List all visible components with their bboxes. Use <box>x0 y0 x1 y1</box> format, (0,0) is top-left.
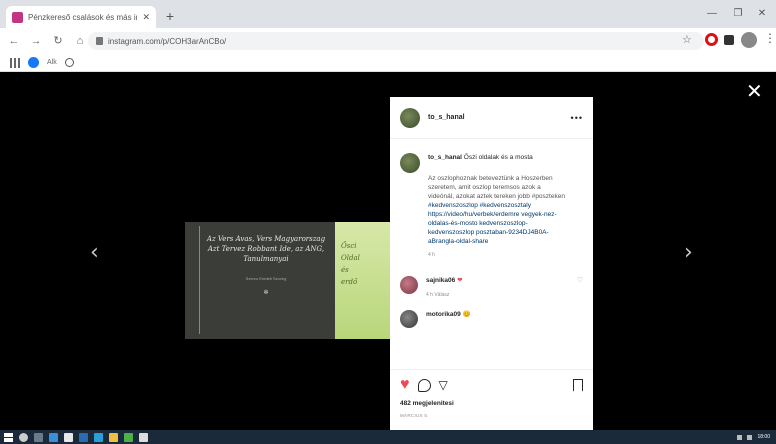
new-tab-button[interactable]: + <box>162 8 178 24</box>
image-side-panel: Ősci Oldal és erdő <box>335 222 390 339</box>
taskbar-app-icon[interactable] <box>64 432 73 442</box>
taskbar-app-icon[interactable] <box>79 432 88 442</box>
more-options-icon[interactable]: ••• <box>571 113 583 123</box>
lock-icon <box>96 37 103 45</box>
post-header: to_s_hanal ••• <box>390 97 593 139</box>
folder-icon[interactable] <box>109 432 118 442</box>
caption-text: to_s_hanal Őszi oldalak és a mosta Az os… <box>428 153 568 246</box>
comment-meta[interactable]: 4 h Válasz <box>426 292 569 298</box>
comment-avatar[interactable] <box>400 310 418 328</box>
post-detail-panel: to_s_hanal ••• to_s_hanal Őszi oldalak é… <box>390 97 593 430</box>
image-quote-author: Szerzo Eredeti Szoveg <box>245 276 287 281</box>
facebook-bookmark-icon[interactable] <box>28 57 39 68</box>
post-actions: ♥ ▽ 482 megjelenitesi MÁRCIUS 5. <box>390 369 593 424</box>
network-icon[interactable] <box>737 434 743 440</box>
image-quote-text: Az Vers Avas, Vers Magyarorszag Azt Terv… <box>206 235 326 263</box>
share-icon[interactable]: ▽ <box>439 378 448 392</box>
chrome-taskbar-icon[interactable] <box>139 432 148 442</box>
taskbar-app-icon[interactable] <box>49 432 58 442</box>
profile-avatar[interactable] <box>741 32 757 48</box>
caption-username[interactable]: to_s_hanal <box>428 154 462 161</box>
likes-count[interactable]: 482 megjelenitesi <box>400 400 583 407</box>
comment-body: sajnika06 ❤ 4 h Válasz <box>426 276 569 298</box>
image-side-line: és <box>341 266 349 274</box>
image-side-line: erdő <box>341 278 358 286</box>
taskbar-app-icon[interactable] <box>124 432 133 442</box>
task-view-icon[interactable] <box>34 432 43 442</box>
back-icon[interactable]: ← <box>6 33 22 49</box>
comment-icon[interactable] <box>417 378 431 392</box>
post-date: MÁRCIUS 5. <box>400 413 429 418</box>
minimize-icon[interactable]: — <box>700 4 724 24</box>
image-side-line: Oldal <box>341 254 360 262</box>
caption-description: Az oszlophoznak beteveztünk a Hoszerben … <box>428 175 565 200</box>
close-modal-icon[interactable]: ✕ <box>746 82 763 102</box>
maximize-icon[interactable]: ❐ <box>726 4 750 24</box>
bookmark-star-icon[interactable]: ☆ <box>682 33 692 46</box>
previous-post-arrow-icon[interactable]: ‹ <box>90 240 99 265</box>
browser-tab[interactable]: Pénzkereső csalások és más ingyenes ✕ <box>6 6 156 28</box>
caption-avatar[interactable] <box>400 153 420 173</box>
globe-bookmark-icon[interactable] <box>64 58 74 67</box>
image-side-line: Ősci <box>341 242 357 250</box>
browser-toolbar: ← → ↻ ⌂ instagram.com/p/COH3arAnCBo/ <box>0 28 776 54</box>
caption-age: 4 h <box>428 252 435 258</box>
action-icons: ♥ ▽ <box>400 376 583 394</box>
comments-section[interactable]: to_s_hanal Őszi oldalak és a mosta Az os… <box>390 139 593 367</box>
comment-row: sajnika06 ❤ 4 h Válasz ♡ <box>390 276 593 298</box>
search-icon[interactable] <box>19 432 28 442</box>
comment-avatar[interactable] <box>400 276 418 294</box>
reload-icon[interactable]: ↻ <box>50 33 66 49</box>
comment-body: motorika09 😊 <box>426 310 583 318</box>
close-tab-icon[interactable]: ✕ <box>142 12 150 23</box>
browser-tabstrip: Pénzkereső csalások és más ingyenes ✕ + … <box>0 0 776 28</box>
author-username[interactable]: to_s_hanal <box>428 114 465 121</box>
taskbar-app-icon[interactable] <box>94 432 103 442</box>
tab-title: Pénzkereső csalások és más ingyenes <box>28 12 137 22</box>
windows-taskbar: 18:00 <box>0 430 776 444</box>
bookmarks-bar: Alk <box>0 54 776 72</box>
caption: to_s_hanal Őszi oldalak és a mosta Az os… <box>390 139 593 246</box>
apps-icon[interactable] <box>10 57 20 68</box>
caption-hashtags-link[interactable]: #kedvenszoszlop #kedvenszosztaly https:/… <box>428 201 568 246</box>
emoji-icon: 😊 <box>462 311 471 318</box>
volume-icon[interactable] <box>747 434 753 440</box>
home-icon[interactable]: ⌂ <box>72 33 88 49</box>
window-close-icon[interactable]: ✕ <box>750 4 774 24</box>
browser-menu-icon[interactable]: ⋮ <box>764 31 776 45</box>
address-bar[interactable]: instagram.com/p/COH3arAnCBo/ <box>88 32 704 50</box>
system-tray: 18:00 <box>737 434 776 440</box>
windows-start-icon[interactable] <box>4 432 13 442</box>
author-avatar[interactable] <box>400 107 420 128</box>
clock[interactable]: 18:00 <box>757 434 770 440</box>
image-dot: ✻ <box>263 290 269 296</box>
url-text: instagram.com/p/COH3arAnCBo/ <box>108 36 227 46</box>
like-heart-icon[interactable]: ♥ <box>400 377 410 393</box>
forward-icon[interactable]: → <box>28 33 44 49</box>
opera-extension-icon[interactable] <box>705 33 718 46</box>
heart-emoji-icon: ❤ <box>457 277 463 284</box>
bookmark-label[interactable]: Alk <box>47 59 57 66</box>
image-divider-line <box>199 226 200 334</box>
post-image: Az Vers Avas, Vers Magyarorszag Azt Terv… <box>185 222 390 339</box>
comment-username[interactable]: sajnika06 <box>426 277 455 284</box>
comment-row: motorika09 😊 <box>390 310 593 328</box>
instagram-favicon-icon <box>12 11 23 23</box>
next-post-arrow-icon[interactable]: › <box>684 240 693 265</box>
save-bookmark-icon[interactable] <box>573 378 583 392</box>
image-quote-card: Az Vers Avas, Vers Magyarorszag Azt Terv… <box>185 222 335 339</box>
caption-title: Őszi oldalak és a mosta <box>463 154 533 161</box>
extension-icon[interactable] <box>724 35 734 45</box>
comment-username[interactable]: motorika09 <box>426 311 461 318</box>
like-comment-icon[interactable]: ♡ <box>577 276 583 284</box>
